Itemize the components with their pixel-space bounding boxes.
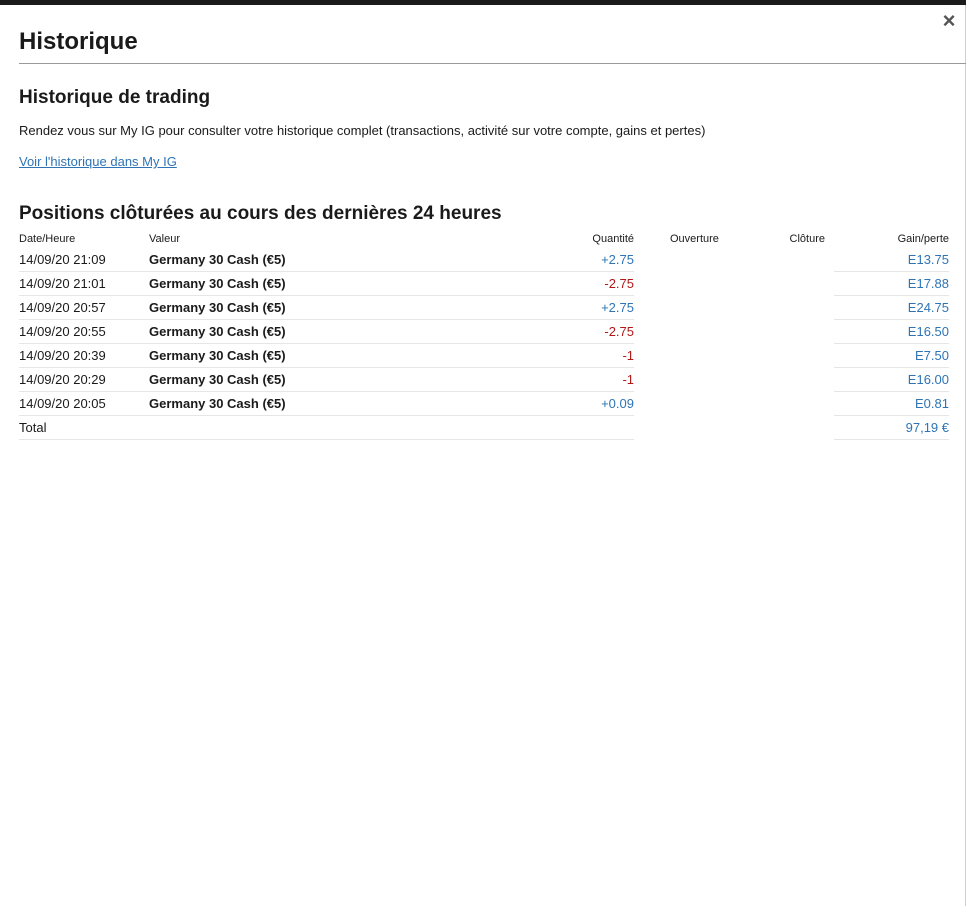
position-quantity: -2.75 xyxy=(449,271,634,296)
position-quantity: +2.75 xyxy=(449,295,634,320)
page-title: Historique xyxy=(19,28,138,55)
column-header-quantity[interactable]: Quantité xyxy=(449,230,634,248)
position-open-price xyxy=(670,271,725,296)
position-close-price xyxy=(725,248,825,272)
top-bar xyxy=(0,0,966,5)
trading-history-description: Rendez vous sur My IG pour consulter vot… xyxy=(19,123,706,138)
position-quantity: -1 xyxy=(449,343,634,368)
position-market: Germany 30 Cash (€5) xyxy=(149,391,449,416)
position-quantity: -2.75 xyxy=(449,319,634,344)
position-open-price xyxy=(670,319,725,344)
position-pl: E17.88 xyxy=(834,271,949,296)
column-header-market[interactable]: Valeur xyxy=(149,230,449,248)
position-close-price xyxy=(725,271,825,296)
closed-positions-heading: Positions clôturées au cours des dernièr… xyxy=(19,203,502,224)
position-close-price xyxy=(725,295,825,320)
position-datetime: 14/09/20 21:09 xyxy=(19,248,149,272)
table-row[interactable]: 14/09/20 20:05 Germany 30 Cash (€5) +0.09 E… xyxy=(19,391,949,416)
my-ig-history-link[interactable]: Voir l'historique dans My IG xyxy=(19,154,177,169)
table-body: 14/09/20 21:09 Germany 30 Cash (€5) +2.75 E… xyxy=(19,248,949,416)
total-row: Total 97,19 € xyxy=(19,415,949,440)
column-header-open[interactable]: Ouverture xyxy=(670,230,725,248)
position-open-price xyxy=(670,391,725,416)
column-header-close[interactable]: Clôture xyxy=(725,230,825,248)
position-close-price xyxy=(725,391,825,416)
position-close-price xyxy=(725,367,825,392)
position-quantity: -1 xyxy=(449,367,634,392)
title-divider xyxy=(19,63,966,64)
position-market: Germany 30 Cash (€5) xyxy=(149,343,449,368)
column-header-pl[interactable]: Gain/perte xyxy=(834,230,949,248)
position-pl: E16.50 xyxy=(834,319,949,344)
position-market: Germany 30 Cash (€5) xyxy=(149,367,449,392)
position-datetime: 14/09/20 20:05 xyxy=(19,391,149,416)
table-row[interactable]: 14/09/20 20:57 Germany 30 Cash (€5) +2.75 E… xyxy=(19,295,949,320)
position-close-price xyxy=(725,319,825,344)
position-open-price xyxy=(670,343,725,368)
table-row[interactable]: 14/09/20 21:09 Germany 30 Cash (€5) +2.75 E… xyxy=(19,248,949,272)
total-label: Total xyxy=(19,415,149,440)
table-row[interactable]: 14/09/20 20:39 Germany 30 Cash (€5) -1 E7.5… xyxy=(19,343,949,368)
position-datetime: 14/09/20 21:01 xyxy=(19,271,149,296)
close-icon[interactable]: × xyxy=(939,10,959,32)
position-open-price xyxy=(670,367,725,392)
position-market: Germany 30 Cash (€5) xyxy=(149,295,449,320)
position-market: Germany 30 Cash (€5) xyxy=(149,319,449,344)
position-pl: E13.75 xyxy=(834,248,949,272)
position-close-price xyxy=(725,343,825,368)
position-open-price xyxy=(670,248,725,272)
table-header-row: Date/Heure Valeur Quantité Ouverture Clô… xyxy=(19,230,949,248)
table-row[interactable]: 14/09/20 21:01 Germany 30 Cash (€5) -2.75 E… xyxy=(19,271,949,296)
closed-positions-table: Date/Heure Valeur Quantité Ouverture Clô… xyxy=(19,230,949,440)
position-datetime: 14/09/20 20:57 xyxy=(19,295,149,320)
position-pl: E24.75 xyxy=(834,295,949,320)
trading-history-heading: Historique de trading xyxy=(19,87,211,108)
table-row[interactable]: 14/09/20 20:55 Germany 30 Cash (€5) -2.75 E… xyxy=(19,319,949,344)
position-open-price xyxy=(670,295,725,320)
position-market: Germany 30 Cash (€5) xyxy=(149,248,449,272)
position-pl: E16.00 xyxy=(834,367,949,392)
position-datetime: 14/09/20 20:39 xyxy=(19,343,149,368)
position-datetime: 14/09/20 20:29 xyxy=(19,367,149,392)
total-pl-value: 97,19 € xyxy=(834,415,949,440)
column-header-datetime[interactable]: Date/Heure xyxy=(19,230,149,248)
table-row[interactable]: 14/09/20 20:29 Germany 30 Cash (€5) -1 E16.… xyxy=(19,367,949,392)
position-quantity: +2.75 xyxy=(449,248,634,272)
position-pl: E0.81 xyxy=(834,391,949,416)
position-datetime: 14/09/20 20:55 xyxy=(19,319,149,344)
position-quantity: +0.09 xyxy=(449,391,634,416)
position-pl: E7.50 xyxy=(834,343,949,368)
position-market: Germany 30 Cash (€5) xyxy=(149,271,449,296)
